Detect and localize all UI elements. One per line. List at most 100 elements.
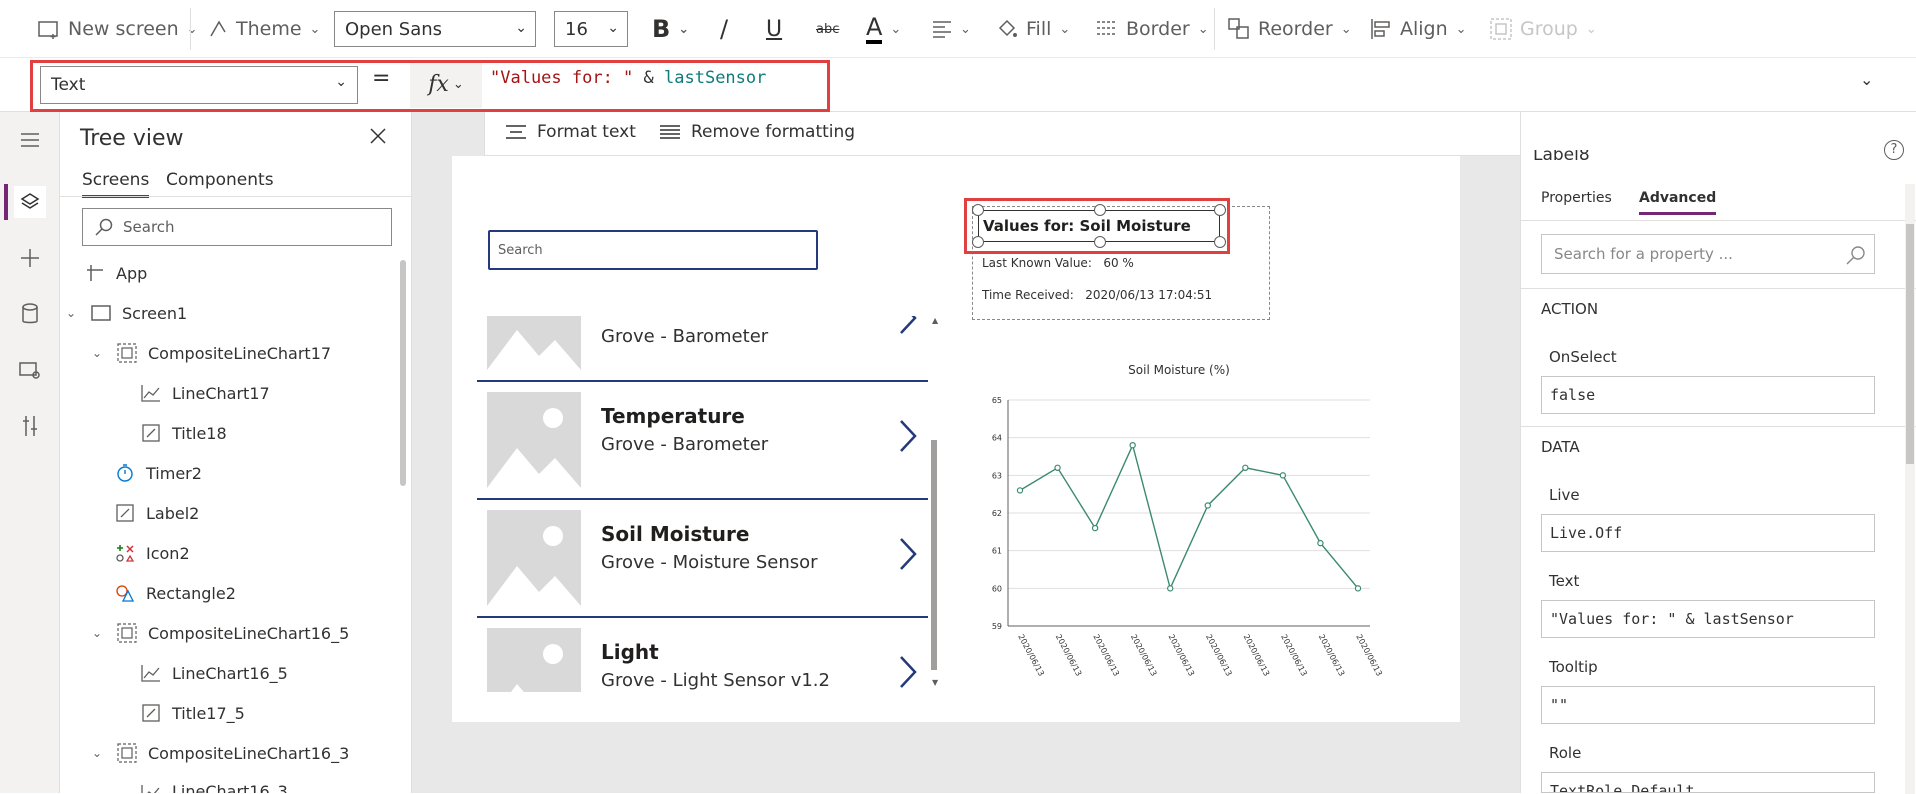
format-text-button[interactable]: Format text: [505, 122, 636, 142]
tree-item-label2[interactable]: Label2: [114, 502, 199, 524]
group-button[interactable]: Group ⌄: [1490, 0, 1597, 58]
gallery-item[interactable]: Temperature Grove - Barometer: [477, 382, 928, 500]
strikethrough-button[interactable]: abc: [816, 0, 839, 58]
formula-expand-icon[interactable]: ⌄: [1860, 70, 1873, 89]
scroll-up-icon[interactable]: ▲: [932, 316, 938, 325]
close-icon[interactable]: [368, 126, 388, 151]
chevron-right-icon[interactable]: [898, 654, 918, 690]
text-field[interactable]: "Values for: " & lastSensor: [1541, 600, 1875, 638]
gallery-item-title: Soil Moisture: [601, 522, 750, 546]
tree-item-compositelinechart17[interactable]: ⌄ CompositeLineChart17: [92, 342, 331, 364]
onselect-field[interactable]: false: [1541, 376, 1875, 414]
tree-search-placeholder: Search: [123, 218, 175, 236]
help-icon[interactable]: ?: [1884, 140, 1904, 160]
tab-components[interactable]: Components: [166, 170, 274, 190]
role-field[interactable]: TextRole.Default: [1541, 772, 1875, 793]
chevron-down-icon: ⌄: [92, 626, 103, 640]
tree-item-linechart17[interactable]: LineChart17: [140, 382, 270, 404]
tree-item-screen1[interactable]: ⌄ Screen1: [66, 302, 187, 324]
gallery-item-title: Temperature: [601, 404, 745, 428]
image-placeholder-icon: [487, 628, 581, 692]
database-icon[interactable]: [14, 298, 46, 330]
tooltip-field[interactable]: "": [1541, 686, 1875, 724]
tree-item-label: CompositeLineChart16_3: [148, 743, 350, 763]
underline-button[interactable]: U: [766, 0, 782, 58]
tree-item-label: Title17_5: [172, 703, 245, 723]
tree-item-rectangle2[interactable]: Rectangle2: [114, 582, 236, 604]
chevron-right-icon[interactable]: [898, 536, 918, 572]
font-color-button[interactable]: A ⌄: [866, 0, 901, 58]
reorder-button[interactable]: Reorder ⌄: [1228, 0, 1352, 58]
tree-item-title17-5[interactable]: Title17_5: [140, 702, 245, 724]
tree-search-input[interactable]: Search: [82, 208, 392, 246]
remove-formatting-button[interactable]: Remove formatting: [659, 122, 855, 142]
properties-scrollbar[interactable]: [1905, 184, 1915, 794]
plus-icon[interactable]: [14, 242, 46, 274]
gallery-item[interactable]: Light Grove - Light Sensor v1.2: [477, 618, 928, 692]
chevron-down-icon: ⌄: [1585, 21, 1597, 37]
shape-icon: [114, 582, 136, 604]
align-button[interactable]: Align ⌄: [1370, 0, 1467, 58]
data-point: [1242, 464, 1249, 472]
fx-button[interactable]: fx ⌄: [410, 60, 482, 108]
scroll-down-icon[interactable]: ▼: [932, 678, 938, 687]
property-search-input[interactable]: Search for a property ...: [1541, 234, 1875, 274]
tree-item-label: Timer2: [146, 463, 202, 483]
font-family-dropdown[interactable]: Open Sans ⌄: [334, 11, 536, 47]
live-field[interactable]: Live.Off: [1541, 514, 1875, 552]
gallery-item[interactable]: Soil Moisture Grove - Moisture Sensor: [477, 500, 928, 618]
chevron-down-icon: ⌄: [678, 21, 690, 37]
gallery-item[interactable]: Grove - Barometer: [477, 316, 928, 382]
paint-bucket-icon: [998, 19, 1017, 37]
sensor-gallery[interactable]: Grove - Barometer Temperature Grove - Ba…: [477, 316, 928, 692]
reorder-icon: [1228, 18, 1249, 39]
border-button[interactable]: Border ⌄: [1096, 0, 1209, 58]
scrollbar-thumb[interactable]: [1906, 224, 1914, 464]
x-tick-label: 2020/06/13: [1129, 633, 1159, 678]
new-screen-button[interactable]: New screen ⌄: [38, 0, 198, 58]
resize-handle[interactable]: [1214, 236, 1226, 248]
resize-handle[interactable]: [972, 204, 984, 216]
bold-button[interactable]: B ⌄: [652, 0, 689, 58]
resize-handle[interactable]: [1094, 236, 1106, 248]
chevron-right-icon[interactable]: [898, 316, 918, 336]
resize-handle[interactable]: [1094, 204, 1106, 216]
formula-operator: &: [633, 68, 665, 88]
resize-handle[interactable]: [1214, 204, 1226, 216]
property-dropdown[interactable]: Text ⌄: [40, 66, 358, 104]
tooltip-label: Tooltip: [1549, 658, 1598, 676]
resize-handle[interactable]: [972, 236, 984, 248]
tree-item-linechart16-3[interactable]: LineChart16_3: [140, 782, 288, 793]
tree-item-compositelinechart16-3[interactable]: ⌄ CompositeLineChart16_3: [92, 742, 349, 764]
tree-item-icon2[interactable]: Icon2: [114, 542, 190, 564]
x-tick-label: 2020/06/13: [1317, 633, 1347, 678]
tree-item-timer2[interactable]: Timer2: [114, 462, 202, 484]
chevron-right-icon[interactable]: [898, 418, 918, 454]
tab-screens[interactable]: Screens: [82, 170, 150, 198]
soil-moisture-line-chart[interactable]: Soil Moisture (%) 59 60 61 62 63 64 65 2020/06/1…: [972, 354, 1412, 694]
tab-properties[interactable]: Properties: [1541, 190, 1612, 206]
left-rail: [0, 112, 60, 793]
tree-item-linechart16-5[interactable]: LineChart16_5: [140, 662, 288, 684]
hamburger-icon[interactable]: [14, 124, 46, 156]
tools-icon[interactable]: [14, 410, 46, 442]
tree-item-title18[interactable]: Title18: [140, 422, 227, 444]
gallery-scrollbar[interactable]: ▲ ▼: [928, 316, 940, 692]
italic-button[interactable]: /: [720, 0, 728, 58]
tree-scrollbar[interactable]: [400, 260, 406, 486]
tree-item-app[interactable]: App: [84, 262, 147, 284]
app-search-input[interactable]: Search: [488, 230, 818, 270]
tree-item-compositelinechart16-5[interactable]: ⌄ CompositeLineChart16_5: [92, 622, 349, 644]
layers-icon[interactable]: [14, 186, 46, 218]
fill-button[interactable]: Fill ⌄: [996, 0, 1070, 58]
media-icon[interactable]: [14, 354, 46, 386]
text-align-button[interactable]: ⌄: [932, 0, 971, 58]
theme-button[interactable]: Theme ⌄: [208, 0, 320, 58]
formula-input[interactable]: "Values for: " & lastSensor: [490, 68, 766, 88]
tab-advanced[interactable]: Advanced: [1639, 190, 1717, 215]
line-chart-icon: [140, 662, 162, 684]
scrollbar-thumb[interactable]: [931, 440, 937, 670]
x-tick-label: 2020/06/13: [1354, 633, 1384, 678]
font-size-dropdown[interactable]: 16 ⌄: [554, 11, 628, 47]
chevron-down-icon: ⌄: [66, 306, 77, 320]
